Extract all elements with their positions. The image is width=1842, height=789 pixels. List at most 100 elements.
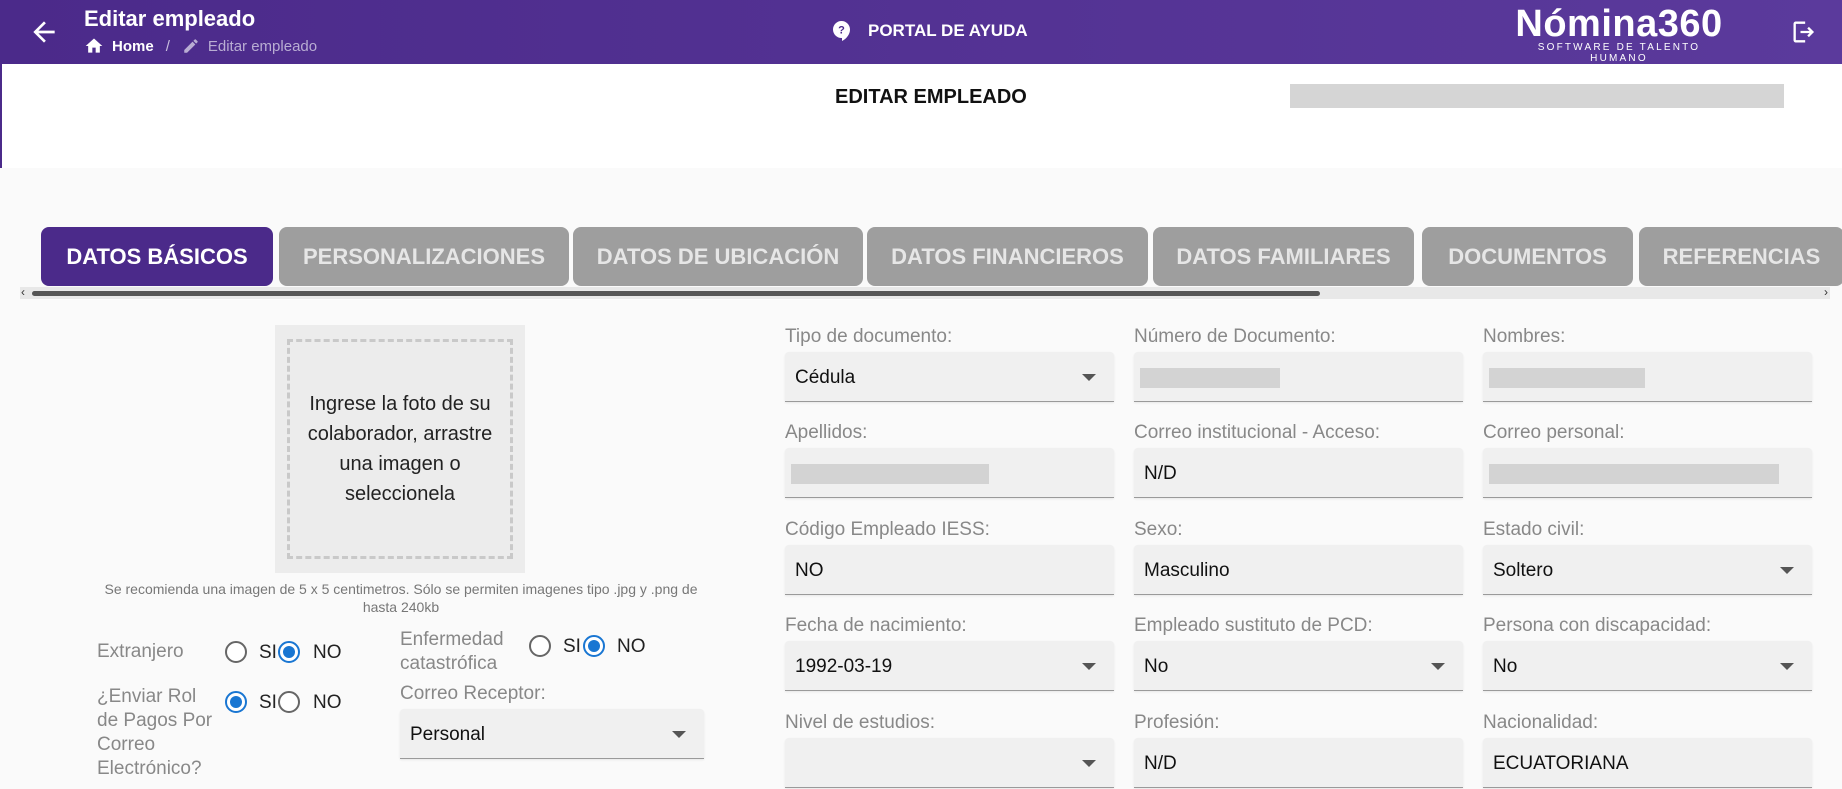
extranjero-no-label: NO — [313, 642, 342, 663]
codigo-iess-label: Código Empleado IESS: — [785, 519, 990, 540]
chevron-down-icon — [672, 731, 686, 738]
codigo-iess-value: NO — [795, 560, 824, 581]
enviar-rol-no-label: NO — [313, 692, 342, 713]
help-portal-label: PORTAL DE AYUDA — [868, 21, 1028, 40]
chevron-down-icon — [1082, 374, 1096, 381]
correo-institucional-value: N/D — [1144, 463, 1177, 484]
correo-receptor-select[interactable]: Personal — [400, 709, 704, 759]
numero-documento-input[interactable] — [1134, 352, 1463, 402]
back-button[interactable] — [28, 16, 60, 48]
photo-dropzone[interactable]: Ingrese la foto de su colaborador, arras… — [275, 325, 525, 573]
discapacidad-value: No — [1493, 656, 1518, 677]
page-title: Editar empleado — [84, 6, 256, 31]
tab-datos-financieros[interactable]: DATOS FINANCIEROS — [867, 227, 1148, 286]
nivel-estudios-select[interactable] — [785, 738, 1114, 788]
enfermedad-no-radio[interactable] — [583, 635, 605, 657]
tab-documentos[interactable]: DOCUMENTOS — [1422, 227, 1633, 286]
estado-civil-select[interactable]: Soltero — [1483, 545, 1812, 595]
enfermedad-si-radio[interactable] — [529, 635, 551, 657]
correo-receptor-value: Personal — [410, 724, 485, 745]
breadcrumb-current: Editar empleado — [207, 37, 318, 55]
discapacidad-label: Persona con discapacidad: — [1483, 615, 1712, 636]
profesion-label: Profesión: — [1134, 712, 1220, 733]
enfermedad-no-label: NO — [617, 636, 646, 657]
tipo-documento-select[interactable]: Cédula — [785, 352, 1114, 402]
discapacidad-select[interactable]: No — [1483, 641, 1812, 691]
help-icon: ? — [833, 21, 850, 41]
scrollbar-thumb[interactable] — [32, 291, 1320, 296]
nacionalidad-value: ECUATORIANA — [1493, 753, 1629, 774]
brand-logo: Nómina360 SOFTWARE DE TALENTO HUMANO — [1508, 4, 1730, 64]
redacted-value — [791, 464, 989, 484]
apellidos-label: Apellidos: — [785, 422, 868, 443]
tabs-scrollbar[interactable]: ‹ › — [20, 285, 1830, 299]
scroll-right-icon[interactable]: › — [1824, 285, 1828, 299]
profesion-value: N/D — [1144, 753, 1177, 774]
correo-institucional-input[interactable]: N/D — [1134, 448, 1463, 498]
chevron-down-icon — [1082, 760, 1096, 767]
fecha-nacimiento-select[interactable]: 1992-03-19 — [785, 641, 1114, 691]
estado-civil-value: Soltero — [1493, 560, 1554, 581]
correo-personal-input[interactable] — [1483, 448, 1812, 498]
tab-personalizaciones[interactable]: PERSONALIZACIONES — [279, 227, 569, 286]
estado-civil-label: Estado civil: — [1483, 519, 1585, 540]
correo-personal-label: Correo personal: — [1483, 422, 1625, 443]
nombres-label: Nombres: — [1483, 326, 1566, 347]
extranjero-no-radio[interactable] — [278, 641, 300, 663]
help-portal-link[interactable]: ? PORTAL DE AYUDA — [830, 19, 1028, 43]
tab-datos-basicos[interactable]: DATOS BÁSICOS — [41, 227, 273, 286]
sustituto-pcd-value: No — [1144, 656, 1169, 677]
breadcrumb: Home / Editar empleado — [84, 36, 317, 56]
profesion-input[interactable]: N/D — [1134, 738, 1463, 788]
codigo-iess-input[interactable]: NO — [785, 545, 1114, 595]
home-icon — [85, 38, 103, 53]
extranjero-si-radio[interactable] — [225, 641, 247, 663]
nombres-input[interactable] — [1483, 352, 1812, 402]
enviar-rol-si-label: SI — [259, 692, 277, 713]
enfermedad-si-label: SI — [563, 636, 581, 657]
brand-name: Nómina360 — [1515, 3, 1723, 45]
redacted-value — [1140, 368, 1280, 388]
redacted-value — [1489, 464, 1779, 484]
sexo-value: Masculino — [1144, 560, 1230, 581]
logout-button[interactable] — [1790, 18, 1818, 46]
tab-referencias[interactable]: REFERENCIAS — [1639, 227, 1842, 286]
tab-datos-familiares[interactable]: DATOS FAMILIARES — [1153, 227, 1414, 286]
redacted-value — [1489, 368, 1645, 388]
chevron-down-icon — [1780, 567, 1794, 574]
nacionalidad-label: Nacionalidad: — [1483, 712, 1599, 733]
scroll-left-icon[interactable]: ‹ — [21, 285, 25, 299]
correo-receptor-label: Correo Receptor: — [400, 683, 546, 704]
extranjero-si-label: SI — [259, 642, 277, 663]
pencil-icon — [184, 39, 198, 53]
enfermedad-label: Enfermedad catastrófica — [400, 629, 504, 674]
tab-datos-ubicacion[interactable]: DATOS DE UBICACIÓN — [573, 227, 863, 286]
fecha-nacimiento-value: 1992-03-19 — [795, 656, 893, 677]
chevron-down-icon — [1082, 663, 1096, 670]
fecha-nacimiento-label: Fecha de nacimiento: — [785, 615, 967, 636]
nivel-estudios-label: Nivel de estudios: — [785, 712, 935, 733]
breadcrumb-home-link[interactable]: Home — [112, 38, 154, 55]
brand-tagline: SOFTWARE DE TALENTO HUMANO — [1537, 42, 1701, 64]
sexo-input[interactable]: Masculino — [1134, 545, 1463, 595]
chevron-down-icon — [1431, 663, 1445, 670]
numero-documento-label: Número de Documento: — [1134, 326, 1336, 347]
tipo-documento-value: Cédula — [795, 367, 856, 388]
logout-icon — [1793, 21, 1815, 43]
sustituto-pcd-label: Empleado sustituto de PCD: — [1134, 615, 1373, 636]
apellidos-input[interactable] — [785, 448, 1114, 498]
correo-institucional-label: Correo institucional - Acceso: — [1134, 422, 1381, 443]
tipo-documento-label: Tipo de documento: — [785, 326, 953, 347]
redacted-employee-name — [1290, 84, 1784, 108]
top-app-bar: Editar empleado Home / Editar empleado ?… — [0, 0, 1842, 64]
arrow-left-icon — [33, 21, 55, 43]
enviar-rol-label: ¿Enviar Rol de Pagos Por Correo Electrón… — [97, 686, 213, 779]
photo-prompt: Ingrese la foto de su colaborador, arras… — [307, 393, 493, 505]
photo-hint: Se recomienda una imagen de 5 x 5 centim… — [104, 581, 698, 615]
extranjero-label: Extranjero — [97, 641, 184, 662]
enviar-rol-si-radio[interactable] — [225, 691, 247, 713]
sustituto-pcd-select[interactable]: No — [1134, 641, 1463, 691]
nacionalidad-input[interactable]: ECUATORIANA — [1483, 738, 1812, 788]
svg-text:?: ? — [838, 25, 845, 37]
enviar-rol-no-radio[interactable] — [278, 691, 300, 713]
